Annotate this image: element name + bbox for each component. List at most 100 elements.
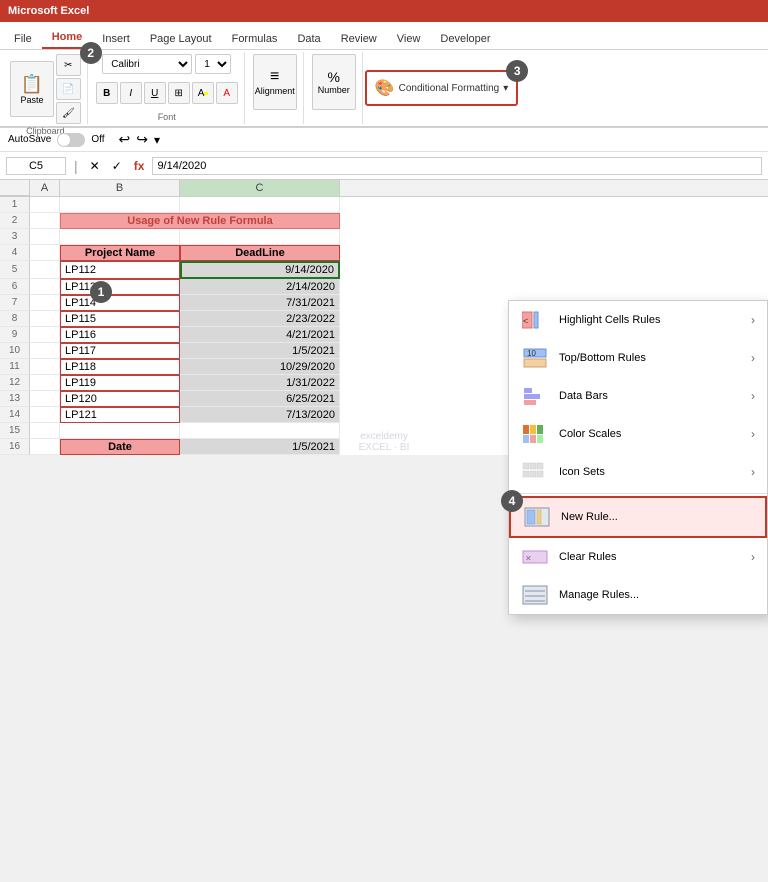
formula-confirm[interactable]: ✓ — [108, 159, 126, 173]
cell-b10[interactable]: LP117 — [60, 343, 180, 359]
menu-item-iconsets[interactable]: Icon Sets › — [509, 453, 767, 491]
cell-b15[interactable] — [60, 423, 180, 439]
col-header-a[interactable]: A — [30, 180, 60, 196]
alignment-button[interactable]: ≡ Alignment — [253, 54, 297, 110]
cell-title[interactable]: Usage of New Rule Formula — [60, 213, 340, 229]
number-button[interactable]: % Number — [312, 54, 356, 110]
tab-data[interactable]: Data — [287, 29, 330, 49]
cell-a6[interactable] — [30, 279, 60, 295]
border-button[interactable]: ⊞ — [168, 82, 190, 104]
cell-a3[interactable] — [30, 229, 60, 245]
tab-developer[interactable]: Developer — [430, 29, 500, 49]
cell-a5[interactable] — [30, 261, 60, 279]
col-header-b[interactable]: B — [60, 180, 180, 196]
tab-formulas[interactable]: Formulas — [222, 29, 288, 49]
cell-c10[interactable]: 1/5/2021 — [180, 343, 340, 359]
cell-b1[interactable] — [60, 197, 180, 213]
fontsize-select[interactable]: 11 — [195, 54, 231, 74]
cell-a13[interactable] — [30, 391, 60, 407]
cell-a2[interactable] — [30, 213, 60, 229]
cell-b11[interactable]: LP118 — [60, 359, 180, 375]
cell-a11[interactable] — [30, 359, 60, 375]
cut-button[interactable]: ✂ — [56, 54, 81, 76]
cell-a10[interactable] — [30, 343, 60, 359]
cell-c11[interactable]: 10/29/2020 — [180, 359, 340, 375]
cell-c6[interactable]: 2/14/2020 — [180, 279, 340, 295]
font-select[interactable]: Calibri — [102, 54, 192, 74]
format-painter-button[interactable]: 🖌 — [56, 102, 81, 124]
tab-view[interactable]: View — [387, 29, 431, 49]
cell-b3[interactable] — [60, 229, 180, 245]
cell-c15[interactable] — [180, 423, 340, 439]
cell-c7[interactable]: 7/31/2021 — [180, 295, 340, 311]
formula-bar: | ✕ ✓ fx — [0, 152, 768, 180]
row-num-14: 14 — [0, 407, 30, 423]
cell-b12[interactable]: LP119 — [60, 375, 180, 391]
cell-b7[interactable]: LP114 — [60, 295, 180, 311]
cell-c9[interactable]: 4/21/2021 — [180, 327, 340, 343]
tab-file[interactable]: File — [4, 29, 42, 49]
cell-a9[interactable] — [30, 327, 60, 343]
menu-item-clearrules[interactable]: ✕ Clear Rules › — [509, 538, 767, 576]
formula-insert[interactable]: fx — [130, 159, 149, 173]
cell-b16-date[interactable]: Date — [60, 439, 180, 455]
cell-c4-header[interactable]: DeadLine — [180, 245, 340, 261]
row-num-3: 3 — [0, 229, 30, 245]
redo-button[interactable]: ↪ — [136, 131, 148, 148]
row-num-8: 8 — [0, 311, 30, 327]
cell-c16[interactable]: 1/5/2021 — [180, 439, 340, 455]
cell-b4-header[interactable]: Project Name — [60, 245, 180, 261]
formula-cancel[interactable]: ✕ — [86, 159, 104, 173]
paste-button[interactable]: 📋 Paste — [10, 61, 54, 117]
font-color-button[interactable]: A — [216, 82, 238, 104]
cell-b8[interactable]: LP115 — [60, 311, 180, 327]
cell-c5[interactable]: 9/14/2020 — [180, 261, 340, 279]
menu-item-newrule[interactable]: New Rule... — [509, 496, 767, 538]
cell-c3[interactable] — [180, 229, 340, 245]
tab-review[interactable]: Review — [331, 29, 387, 49]
cell-a4[interactable] — [30, 245, 60, 261]
cell-c14[interactable]: 7/13/2020 — [180, 407, 340, 423]
menu-item-topbottom[interactable]: 10 Top/Bottom Rules › — [509, 339, 767, 377]
conditional-formatting-button[interactable]: 🎨 Conditional Formatting ▾ — [365, 70, 519, 106]
cell-a15[interactable] — [30, 423, 60, 439]
cell-b6[interactable]: LP113 — [60, 279, 180, 295]
menu-arrow-clearrules: › — [751, 550, 755, 564]
cell-reference-input[interactable] — [6, 157, 66, 175]
cell-a14[interactable] — [30, 407, 60, 423]
watermark: exceldemy EXCEL · BI — [359, 431, 410, 453]
cell-c1[interactable] — [180, 197, 340, 213]
col-headers: A B C — [0, 180, 768, 197]
customize-button[interactable]: ▾ — [154, 133, 160, 147]
cell-b13[interactable]: LP120 — [60, 391, 180, 407]
underline-button[interactable]: U — [144, 82, 166, 104]
cell-c13[interactable]: 6/25/2021 — [180, 391, 340, 407]
cell-a16[interactable] — [30, 439, 60, 455]
font-group: Calibri 11 B I U ⊞ A A Font 2 — [90, 52, 245, 124]
autosave-toggle[interactable] — [57, 133, 85, 147]
fill-color-button[interactable]: A — [192, 82, 214, 104]
cell-a1[interactable] — [30, 197, 60, 213]
cell-c12[interactable]: 1/31/2022 — [180, 375, 340, 391]
cell-a7[interactable] — [30, 295, 60, 311]
undo-button[interactable]: ↩ — [119, 131, 131, 148]
copy-button[interactable]: 📄 — [56, 78, 81, 100]
bold-button[interactable]: B — [96, 82, 118, 104]
formula-input[interactable] — [152, 157, 762, 175]
cell-b9[interactable]: LP116 — [60, 327, 180, 343]
cell-b5[interactable]: LP112 — [60, 261, 180, 279]
menu-item-databars[interactable]: Data Bars › — [509, 377, 767, 415]
cell-a8[interactable] — [30, 311, 60, 327]
menu-item-colorscales[interactable]: Color Scales › — [509, 415, 767, 453]
cell-c8[interactable]: 2/23/2022 — [180, 311, 340, 327]
cell-a12[interactable] — [30, 375, 60, 391]
cf-label: Conditional Formatting — [399, 83, 500, 94]
menu-item-highlight[interactable]: < Highlight Cells Rules › — [509, 301, 767, 339]
cell-b14[interactable]: LP121 — [60, 407, 180, 423]
autosave-state: Off — [91, 134, 104, 145]
tab-pagelayout[interactable]: Page Layout — [140, 29, 222, 49]
italic-button[interactable]: I — [120, 82, 142, 104]
col-header-c[interactable]: C — [180, 180, 340, 196]
cf-icon: 🎨 — [375, 78, 395, 98]
menu-item-managerules[interactable]: Manage Rules... — [509, 576, 767, 614]
